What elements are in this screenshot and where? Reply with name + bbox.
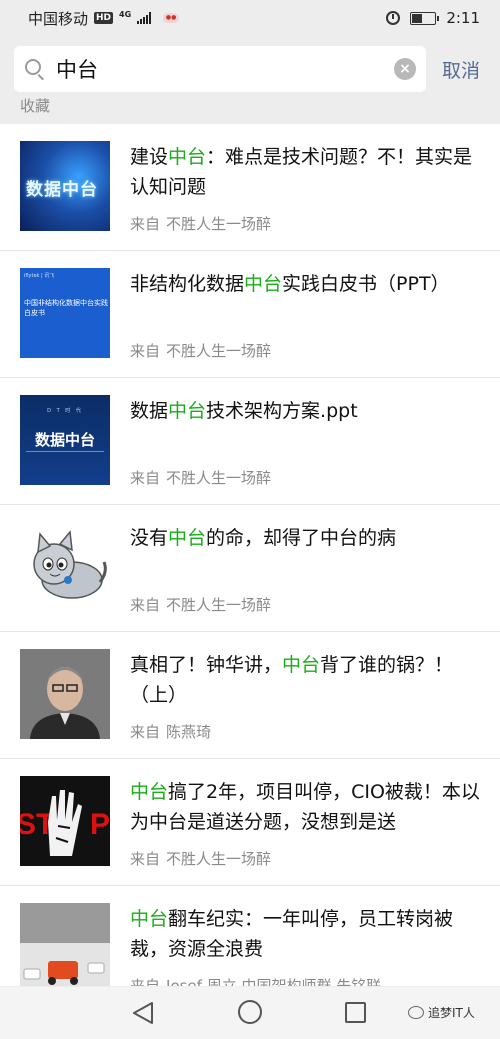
thumbnail-logo: iflytek | 讯飞: [24, 273, 55, 279]
list-item[interactable]: 没有中台的命，却得了中台的病 来自 不胜人生一场醉: [0, 505, 500, 632]
item-source: 来自 不胜人生一场醉: [130, 469, 272, 487]
list-item[interactable]: ST P 中台搞了2年，项目叫停，CIO被裁！本以为中台是道送分题，没想到是送 …: [0, 759, 500, 886]
thumbnail-subtext: D T 时 代: [47, 408, 83, 414]
item-source: 来自 不胜人生一场醉: [130, 215, 272, 233]
list-item[interactable]: iflytek | 讯飞 中国非结构化数据中台实践白皮书 非结构化数据中台实践白…: [0, 251, 500, 378]
item-title: 真相了！钟华讲，中台背了谁的锅？！（上）: [130, 654, 454, 706]
item-title: 没有中台的命，却得了中台的病: [130, 527, 397, 549]
home-icon[interactable]: [238, 1000, 262, 1024]
item-title: 数据中台技术架构方案.ppt: [130, 400, 358, 422]
navigation-bar: 追梦IT人: [0, 987, 500, 1039]
thumbnail: 数据中台: [20, 141, 110, 231]
item-source: 来自 Josef 周立 中国架构师群 朱铭联: [130, 977, 382, 986]
status-bar: 中国移动 HD 4G ●● 2:11: [0, 0, 500, 36]
thumbnail: D T 时 代 数据中台: [20, 395, 110, 485]
search-bar: × 取消: [0, 40, 500, 98]
item-title: 中台搞了2年，项目叫停，CIO被裁！本以为中台是道送分题，没想到是送: [130, 781, 480, 833]
status-left: 中国移动 HD 4G ●●: [28, 8, 180, 29]
clock: 2:11: [446, 9, 480, 27]
watermark: 追梦IT人: [408, 1004, 475, 1021]
list-item[interactable]: 真相了！钟华讲，中台背了谁的锅？！（上） 来自 陈燕琦: [0, 632, 500, 759]
thumbnail-text: 数据中台: [34, 431, 95, 449]
list-item[interactable]: 数据中台 建设中台：难点是技术问题？不！其实是认知问题 来自 不胜人生一场醉: [0, 124, 500, 251]
item-source: 来自 陈燕琦: [130, 723, 212, 741]
item-source: 来自 不胜人生一场醉: [130, 342, 272, 360]
person-photo: [20, 649, 110, 739]
wechat-icon: [408, 1006, 424, 1019]
list-item[interactable]: 中台翻车纪实：一年叫停，员工转岗被裁，资源全浪费 来自 Josef 周立 中国架构…: [0, 886, 500, 986]
carrier-name: 中国移动: [28, 9, 89, 28]
signal-icon: [137, 12, 152, 24]
hd-badge: HD: [94, 12, 114, 24]
section-label: 收藏: [20, 97, 51, 115]
thumbnail: [20, 903, 110, 986]
item-title: 非结构化数据中台实践白皮书（PPT）: [130, 273, 450, 295]
cat-illustration-icon: [20, 522, 110, 612]
recent-apps-icon[interactable]: [345, 1002, 366, 1023]
item-source: 来自 不胜人生一场醉: [130, 850, 272, 868]
item-source: 来自 不胜人生一场醉: [130, 596, 272, 614]
network-type: 4G: [119, 9, 132, 19]
thumbnail-text: 数据中台: [26, 180, 98, 200]
cancel-button[interactable]: 取消: [442, 56, 480, 83]
item-title: 建设中台：难点是技术问题？不！其实是认知问题: [130, 146, 473, 198]
list-item[interactable]: D T 时 代 数据中台 数据中台技术架构方案.ppt 来自 不胜人生一场醉: [0, 378, 500, 505]
search-input[interactable]: [56, 57, 394, 81]
stop-hand-image: ST P: [20, 776, 110, 866]
app-notification-icon: ●●: [163, 13, 180, 23]
clear-icon[interactable]: ×: [394, 58, 416, 80]
status-right: 2:11: [386, 9, 480, 27]
thumbnail-text: 中国非结构化数据中台实践白皮书: [24, 299, 108, 317]
item-title: 中台翻车纪实：一年叫停，员工转岗被裁，资源全浪费: [130, 908, 454, 960]
thumbnail: iflytek | 讯飞 中国非结构化数据中台实践白皮书: [20, 268, 110, 358]
alarm-icon: [386, 11, 401, 25]
battery-icon: [410, 11, 440, 25]
back-icon[interactable]: [132, 1001, 154, 1029]
search-box[interactable]: ×: [14, 46, 426, 92]
results-list: 数据中台 建设中台：难点是技术问题？不！其实是认知问题 来自 不胜人生一场醉 if…: [0, 124, 500, 986]
search-icon: [24, 58, 46, 81]
svg-text:P: P: [90, 808, 110, 841]
